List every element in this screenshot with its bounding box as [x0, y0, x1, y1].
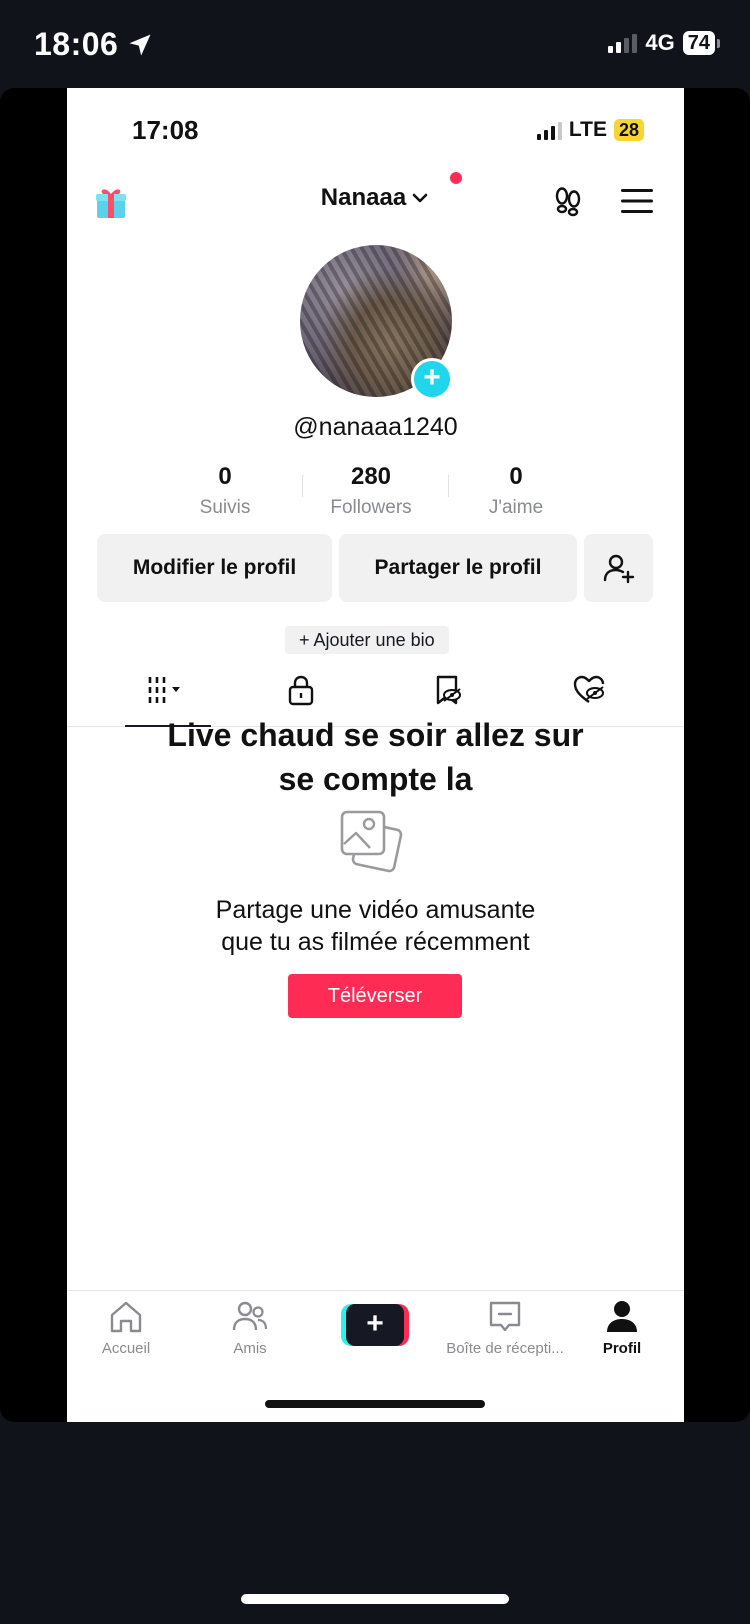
tab-private[interactable]	[276, 670, 326, 710]
bookmark-hidden-icon	[436, 675, 461, 705]
outer-status-bar: 18:06 4G 74	[0, 0, 750, 88]
add-person-icon	[603, 554, 634, 584]
footprints-icon[interactable]	[551, 184, 585, 218]
stat-value: 280	[350, 463, 392, 490]
empty-line-1: Partage une vidéo amusante	[215, 896, 536, 924]
stat-label: Followers	[330, 497, 412, 518]
overlay-caption: Live chaud se soir allez sur se compte l…	[67, 713, 684, 801]
profile-stats: 0 Suivis 280 Followers 0 J'aime	[67, 463, 684, 523]
stat-label: Suivis	[199, 497, 251, 518]
add-avatar-icon[interactable]: +	[411, 358, 453, 400]
bottom-nav-divider	[67, 1290, 684, 1291]
inbox-icon	[489, 1301, 521, 1332]
stat-likes[interactable]: 0 J'aime	[446, 463, 586, 519]
menu-icon[interactable]	[620, 186, 654, 216]
inner-network: LTE	[568, 118, 607, 141]
stat-label: J'aime	[488, 497, 544, 518]
inner-signal-icon	[536, 120, 562, 140]
stat-value: 0	[218, 463, 232, 490]
caption-line-2: se compte la	[278, 761, 473, 797]
caption-line-1: Live chaud se soir allez sur	[167, 717, 584, 753]
nav-friends[interactable]: Amis	[185, 1298, 315, 1357]
heart-hidden-icon	[573, 675, 605, 703]
home-icon	[110, 1301, 142, 1333]
outer-status-right: 4G 74	[608, 30, 720, 56]
outer-battery-level: 74	[682, 31, 715, 55]
stat-following[interactable]: 0 Suivis	[155, 463, 295, 519]
profile-icon	[607, 1301, 637, 1332]
empty-line-2: que tu as filmée récemment	[221, 928, 530, 956]
inner-battery-level: 28	[613, 119, 644, 141]
friends-icon	[232, 1301, 268, 1331]
nav-profile[interactable]: Profil	[557, 1298, 684, 1357]
nav-inbox-label: Boîte de récepti...	[446, 1340, 564, 1357]
stat-followers[interactable]: 280 Followers	[301, 463, 441, 519]
tiktok-profile-screen: 17:08 LTE 28 Nanaaa + @nanaaa1240 0 Suiv…	[67, 88, 684, 1422]
content-tabs	[67, 670, 684, 714]
username-label: Nanaaa	[320, 184, 407, 211]
tab-videos[interactable]	[137, 670, 197, 710]
location-arrow-icon	[129, 34, 151, 55]
signal-icon	[608, 33, 638, 53]
nav-home-label: Accueil	[101, 1340, 151, 1357]
username-switcher[interactable]: Nanaaa	[67, 184, 684, 212]
grid-icon	[148, 677, 180, 703]
plus-icon: +	[346, 1304, 404, 1346]
add-bio-button[interactable]: + Ajouter une bio	[285, 626, 449, 654]
profile-handle: @nanaaa1240	[293, 413, 458, 441]
edit-profile-button[interactable]: Modifier le profil	[97, 534, 332, 602]
lock-icon	[288, 675, 314, 706]
tab-liked[interactable]	[564, 670, 614, 710]
create-button[interactable]: +	[341, 1304, 409, 1346]
photos-icon	[340, 810, 403, 873]
outer-clock: 18:06	[34, 26, 154, 63]
add-friend-button[interactable]	[584, 534, 653, 602]
inner-clock: 17:08	[132, 115, 199, 145]
empty-state-text: Partage une vidéo amusante que tu as fil…	[67, 894, 684, 958]
nav-home[interactable]: Accueil	[67, 1298, 191, 1357]
inner-home-indicator	[265, 1400, 485, 1408]
outer-time-text: 18:06	[34, 26, 119, 62]
nav-profile-label: Profil	[602, 1340, 642, 1357]
share-profile-button[interactable]: Partager le profil	[339, 534, 577, 602]
nav-friends-label: Amis	[233, 1340, 267, 1357]
outer-network: 4G	[645, 30, 675, 55]
notification-dot	[450, 172, 462, 184]
tab-saved[interactable]	[422, 670, 472, 710]
nav-inbox[interactable]: Boîte de récepti...	[435, 1298, 575, 1357]
chevron-down-icon	[412, 193, 428, 203]
inner-status-right: LTE 28	[536, 118, 644, 142]
stat-value: 0	[509, 463, 523, 490]
upload-button[interactable]: Téléverser	[288, 974, 462, 1018]
home-indicator	[241, 1594, 509, 1604]
battery-icon: 74	[682, 31, 720, 55]
